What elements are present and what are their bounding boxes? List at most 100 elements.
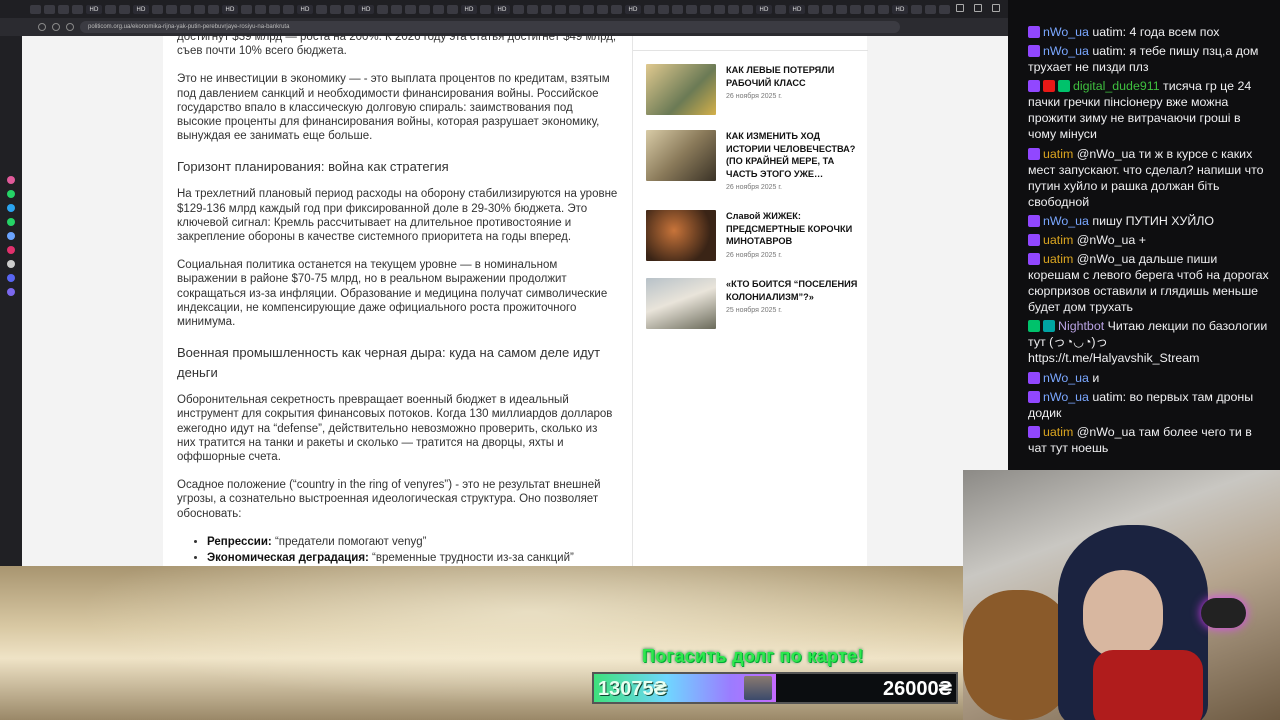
browser-tab[interactable]: [377, 4, 388, 14]
browser-tab[interactable]: [419, 4, 430, 14]
telegram-icon[interactable]: [7, 204, 15, 212]
maximize-icon[interactable]: [974, 4, 982, 12]
browser-tab[interactable]: HD: [461, 4, 477, 14]
browser-tab[interactable]: [808, 4, 819, 14]
chat-username[interactable]: uatim: [1043, 252, 1077, 266]
browser-tab[interactable]: [775, 4, 786, 14]
browser-tab[interactable]: HD: [494, 4, 510, 14]
minimize-icon[interactable]: [956, 4, 964, 12]
chat-username[interactable]: nWo_ua: [1043, 371, 1092, 385]
article-thumbnail[interactable]: [646, 210, 716, 261]
browser-tab[interactable]: [344, 4, 355, 14]
x-icon[interactable]: [7, 260, 15, 268]
article-thumbnail[interactable]: [646, 278, 716, 329]
article-thumbnail[interactable]: [646, 130, 716, 181]
browser-tab[interactable]: [822, 4, 833, 14]
browser-tab[interactable]: [569, 4, 580, 14]
article-thumbnail[interactable]: [646, 64, 716, 115]
back-icon[interactable]: [38, 23, 46, 31]
browser-tab[interactable]: [714, 4, 725, 14]
browser-tab[interactable]: [728, 4, 739, 14]
related-article[interactable]: КАК ИЗМЕНИТЬ ХОД ИСТОРИИ ЧЕЛОВЕЧЕСТВА? (…: [646, 130, 861, 191]
browser-tab[interactable]: [700, 4, 711, 14]
browser-tab[interactable]: [316, 4, 327, 14]
related-article[interactable]: «КТО БОИТСЯ “ПОСЕЛЕНИЯ КОЛОНИАЛИЗМ”?» 25 …: [646, 278, 861, 329]
browser-tab[interactable]: [597, 4, 608, 14]
browser-tab[interactable]: [686, 4, 697, 14]
browser-tab[interactable]: [208, 4, 219, 14]
browser-tab[interactable]: [330, 4, 341, 14]
browser-tab[interactable]: [30, 4, 41, 14]
browser-tab[interactable]: [939, 4, 950, 14]
browser-tab[interactable]: HD: [222, 4, 238, 14]
article-body: достигнут $39 млрд — роста на 200%. К 20…: [163, 36, 633, 566]
browser-tab[interactable]: [152, 4, 163, 14]
browser-tab[interactable]: [269, 4, 280, 14]
url-field[interactable]: politicom.org.ua/ekonomika-rijna-yak-put…: [80, 21, 900, 33]
browser-tab[interactable]: [44, 4, 55, 14]
chat-username[interactable]: uatim: [1043, 147, 1077, 161]
chat-message: nWo_ua пишу ПУТИН ХУЙЛО: [1028, 213, 1270, 229]
browser-tab[interactable]: HD: [297, 4, 313, 14]
close-icon[interactable]: [992, 4, 1000, 12]
browser-tab[interactable]: [644, 4, 655, 14]
instagram-icon[interactable]: [7, 246, 15, 254]
chat-username[interactable]: nWo_ua: [1043, 214, 1092, 228]
browser-tab[interactable]: [850, 4, 861, 14]
reload-icon[interactable]: [66, 23, 74, 31]
browser-tab[interactable]: [672, 4, 683, 14]
browser-tab[interactable]: [911, 4, 922, 14]
browser-tab[interactable]: [836, 4, 847, 14]
forward-icon[interactable]: [52, 23, 60, 31]
chat-username[interactable]: nWo_ua: [1043, 390, 1092, 404]
discord-icon[interactable]: [7, 274, 15, 282]
browser-tab[interactable]: [447, 4, 458, 14]
browser-tab[interactable]: [194, 4, 205, 14]
browser-tab[interactable]: [119, 4, 130, 14]
browser-tab[interactable]: HD: [133, 4, 149, 14]
browser-tab[interactable]: [742, 4, 753, 14]
browser-tab[interactable]: [58, 4, 69, 14]
sidebar-app-icon[interactable]: [7, 176, 15, 184]
browser-tab[interactable]: [658, 4, 669, 14]
browser-tab[interactable]: [480, 4, 491, 14]
browser-tab[interactable]: [864, 4, 875, 14]
browser-tab[interactable]: [391, 4, 402, 14]
browser-tab[interactable]: HD: [892, 4, 908, 14]
browser-tab[interactable]: HD: [756, 4, 772, 14]
browser-tab[interactable]: [555, 4, 566, 14]
chat-username[interactable]: uatim: [1043, 425, 1077, 439]
chat-username[interactable]: nWo_ua: [1043, 44, 1092, 58]
related-article[interactable]: Славой ЖИЖЕК: ПРЕДСМЕРТНЫЕ КОРОЧКИ МИНОТ…: [646, 210, 861, 261]
browser-tab[interactable]: HD: [625, 4, 641, 14]
browser-tab[interactable]: [255, 4, 266, 14]
browser-tab[interactable]: [527, 4, 538, 14]
vk-icon[interactable]: [7, 232, 15, 240]
browser-tab[interactable]: HD: [86, 4, 102, 14]
browser-tab[interactable]: [180, 4, 191, 14]
chat-username[interactable]: Nightbot: [1058, 319, 1108, 333]
browser-tab[interactable]: [541, 4, 552, 14]
browser-tab[interactable]: HD: [358, 4, 374, 14]
browser-tab[interactable]: [925, 4, 936, 14]
chat-username[interactable]: nWo_ua: [1043, 25, 1092, 39]
browser-tab[interactable]: [72, 4, 83, 14]
browser-tab[interactable]: [241, 4, 252, 14]
browser-tab[interactable]: [583, 4, 594, 14]
sidebar-extension-icon[interactable]: [7, 288, 15, 296]
browser-tab[interactable]: [878, 4, 889, 14]
whatsapp-icon[interactable]: [7, 190, 15, 198]
chat-username[interactable]: uatim: [1043, 233, 1077, 247]
browser-tab[interactable]: [433, 4, 444, 14]
chat-text: и: [1092, 370, 1100, 385]
browser-tab[interactable]: [611, 4, 622, 14]
browser-tab[interactable]: [105, 4, 116, 14]
chat-username[interactable]: digital_dude911: [1073, 79, 1163, 93]
browser-tab[interactable]: [405, 4, 416, 14]
browser-tab[interactable]: HD: [789, 4, 805, 14]
browser-tab[interactable]: [166, 4, 177, 14]
related-article[interactable]: КАК ЛЕВЫЕ ПОТЕРЯЛИ РАБОЧИЙ КЛАСС 26 ноябр…: [646, 64, 861, 115]
browser-tab[interactable]: [283, 4, 294, 14]
browser-tab[interactable]: [513, 4, 524, 14]
messenger-icon[interactable]: [7, 218, 15, 226]
